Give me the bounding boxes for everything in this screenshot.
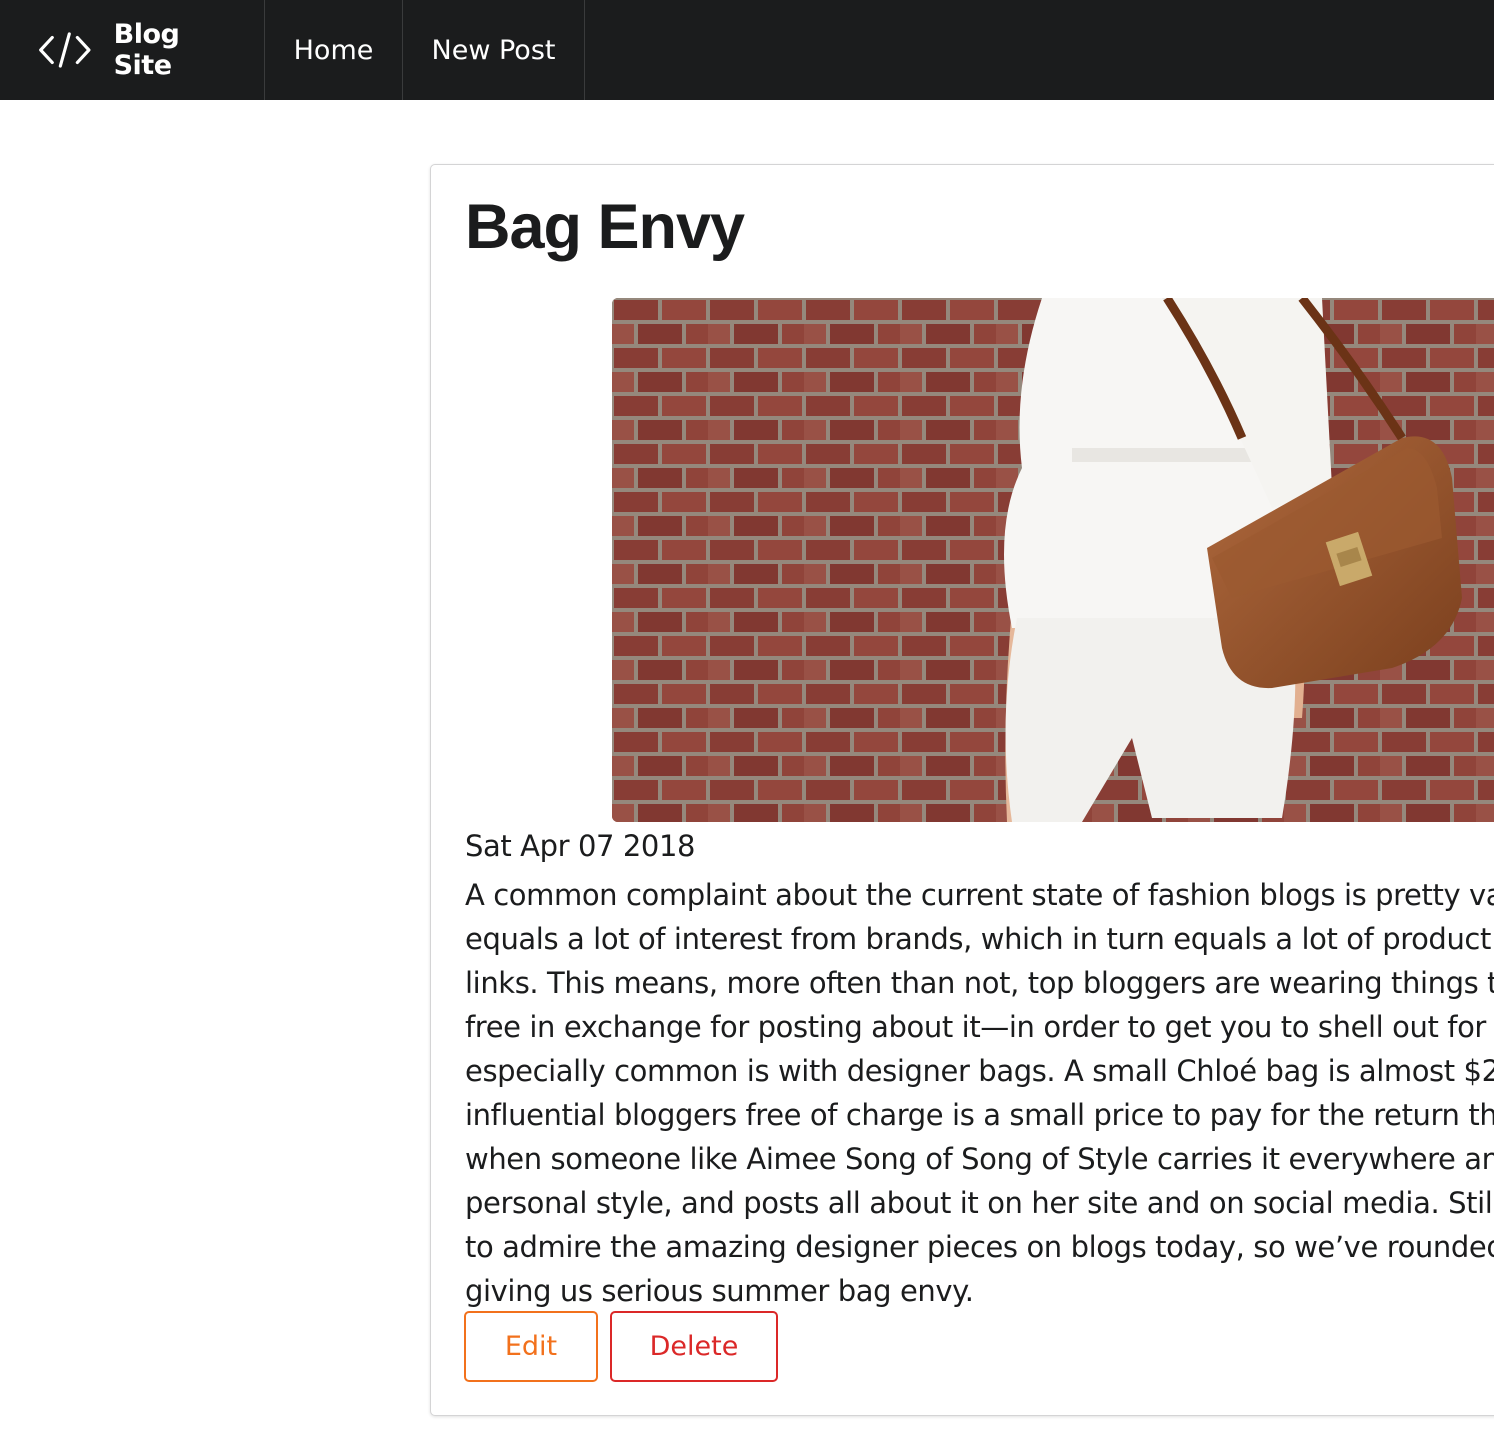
post-body-line: links. This means, more often than not, … — [465, 966, 1494, 1000]
post-body: A common complaint about the current sta… — [465, 873, 1494, 1313]
nav-new-post-link[interactable]: New Post — [403, 0, 585, 100]
nav-new-post-label: New Post — [431, 34, 556, 66]
nav-home-label: Home — [293, 34, 374, 66]
nav-home-link[interactable]: Home — [265, 0, 403, 100]
code-icon — [39, 32, 91, 68]
post-body-line: influential bloggers free of charge is a… — [465, 1098, 1494, 1132]
edit-button[interactable]: Edit — [464, 1311, 598, 1382]
post-body-line: A common complaint about the current sta… — [465, 878, 1494, 912]
post-body-line: to admire the amazing designer pieces on… — [465, 1230, 1494, 1264]
post-image-illustration — [612, 298, 1494, 822]
delete-button[interactable]: Delete — [610, 1311, 778, 1382]
post-body-line: giving us serious summer bag envy. — [465, 1274, 974, 1308]
post-body-line: especially common is with designer bags.… — [465, 1054, 1494, 1088]
brand-label: Blog Site — [113, 19, 180, 81]
brand-link[interactable]: Blog Site — [0, 0, 265, 100]
post-body-line: equals a lot of interest from brands, wh… — [465, 922, 1494, 956]
post-image — [612, 298, 1494, 822]
post-body-line: free in exchange for posting about it—in… — [465, 1010, 1494, 1044]
post-date: Sat Apr 07 2018 — [465, 829, 696, 863]
post-body-line: personal style, and posts all about it o… — [465, 1186, 1494, 1220]
post-body-line: when someone like Aimee Song of Song of … — [465, 1142, 1494, 1176]
post-card: Bag Envy Sat Apr 07 2018 A common compla… — [430, 164, 1494, 1416]
post-title: Bag Envy — [465, 192, 745, 262]
top-menu: Blog Site Home New Post — [0, 0, 1494, 100]
